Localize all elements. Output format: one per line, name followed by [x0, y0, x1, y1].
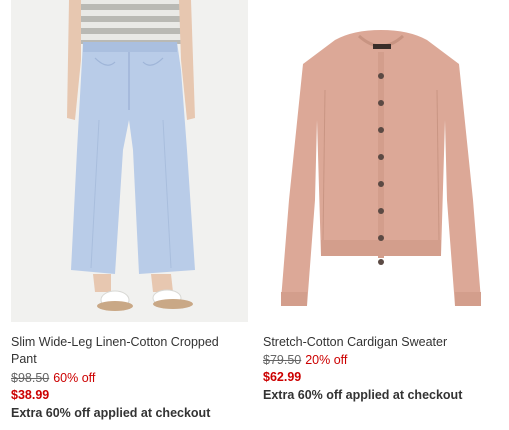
- product-title[interactable]: Stretch-Cotton Cardigan Sweater: [263, 334, 495, 351]
- pants: [71, 42, 195, 274]
- product-image-pant[interactable]: [11, 0, 248, 322]
- promo-text: Extra 60% off applied at checkout: [11, 406, 211, 420]
- product-card[interactable]: Slim Wide-Leg Linen-Cotton Cropped Pant …: [11, 0, 248, 420]
- product-title[interactable]: Slim Wide-Leg Linen-Cotton Cropped Pant: [11, 334, 243, 368]
- discount-badge: 60% off: [53, 371, 96, 385]
- discount-badge: 20% off: [305, 353, 348, 367]
- pant-illustration: [67, 0, 195, 311]
- original-price: $79.50: [263, 353, 302, 367]
- sandals: [97, 289, 193, 311]
- cardigan-illustration: [281, 30, 481, 306]
- sale-price: $62.99: [263, 370, 302, 384]
- original-price: $98.50: [11, 371, 50, 385]
- promo-text: Extra 60% off applied at checkout: [263, 388, 463, 402]
- price-row: $79.50 20% off: [263, 352, 347, 369]
- striped-top: [73, 0, 183, 44]
- product-image-cardigan[interactable]: [263, 0, 500, 322]
- sale-price: $38.99: [11, 388, 50, 402]
- price-row: $98.50 60% off: [11, 370, 95, 387]
- product-card[interactable]: Stretch-Cotton Cardigan Sweater $79.50 20…: [263, 0, 500, 402]
